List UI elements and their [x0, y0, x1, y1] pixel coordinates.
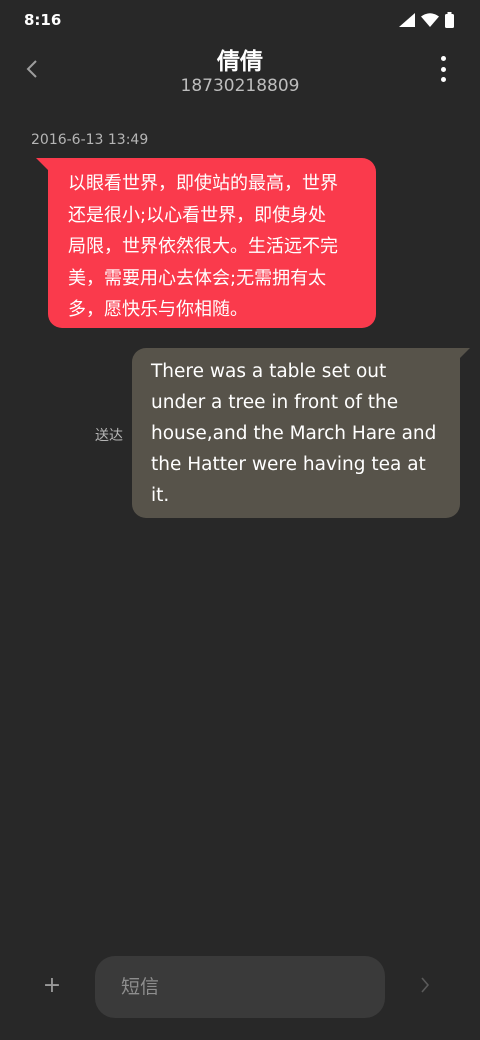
incoming-message-bubble[interactable]: 以眼看世界，即使站的最高，世界 还是很小;以心看世界，即使身处 局限，世界依然很… [36, 158, 376, 328]
outgoing-message-bubble[interactable]: There was a table set out under a tree i… [132, 348, 470, 518]
message-line: the Hatter were having tea at [151, 454, 426, 475]
send-button[interactable] [420, 976, 440, 1000]
status-time: 8:16 [24, 11, 62, 29]
battery-icon [445, 12, 454, 28]
status-bar: 8:16 [0, 0, 480, 40]
message-line: 多，愿快乐与你相随。 [68, 299, 248, 320]
message-timestamp: 2016-6-13 13:49 [31, 132, 149, 148]
delivery-status: 送达 [95, 428, 123, 444]
message-line: it. [151, 485, 170, 506]
contact-number: 18730218809 [180, 76, 300, 96]
message-line: house,and the March Hare and [151, 423, 437, 444]
more-options-button[interactable] [436, 56, 450, 82]
sms-input[interactable] [95, 956, 385, 1018]
more-vertical-icon [440, 56, 446, 61]
signal-icon [399, 13, 415, 27]
message-line: 以眼看世界，即使站的最高，世界 [68, 173, 338, 194]
conversation-header: 倩倩 18730218809 [0, 40, 480, 100]
contact-name: 倩倩 [217, 49, 263, 75]
chevron-right-icon [421, 977, 430, 993]
add-attachment-button[interactable]: + [38, 972, 66, 1000]
status-icons [399, 12, 454, 28]
message-line: under a tree in front of the [151, 392, 399, 413]
message-composer: + [0, 950, 480, 1030]
message-line: 局限，世界依然很大。生活远不完 [68, 236, 338, 257]
wifi-icon [421, 13, 439, 27]
message-line: 还是很小;以心看世界，即使身处 [68, 204, 327, 226]
message-line: There was a table set out [151, 361, 387, 382]
message-line: 美，需要用心去体会;无需拥有太 [68, 267, 327, 289]
